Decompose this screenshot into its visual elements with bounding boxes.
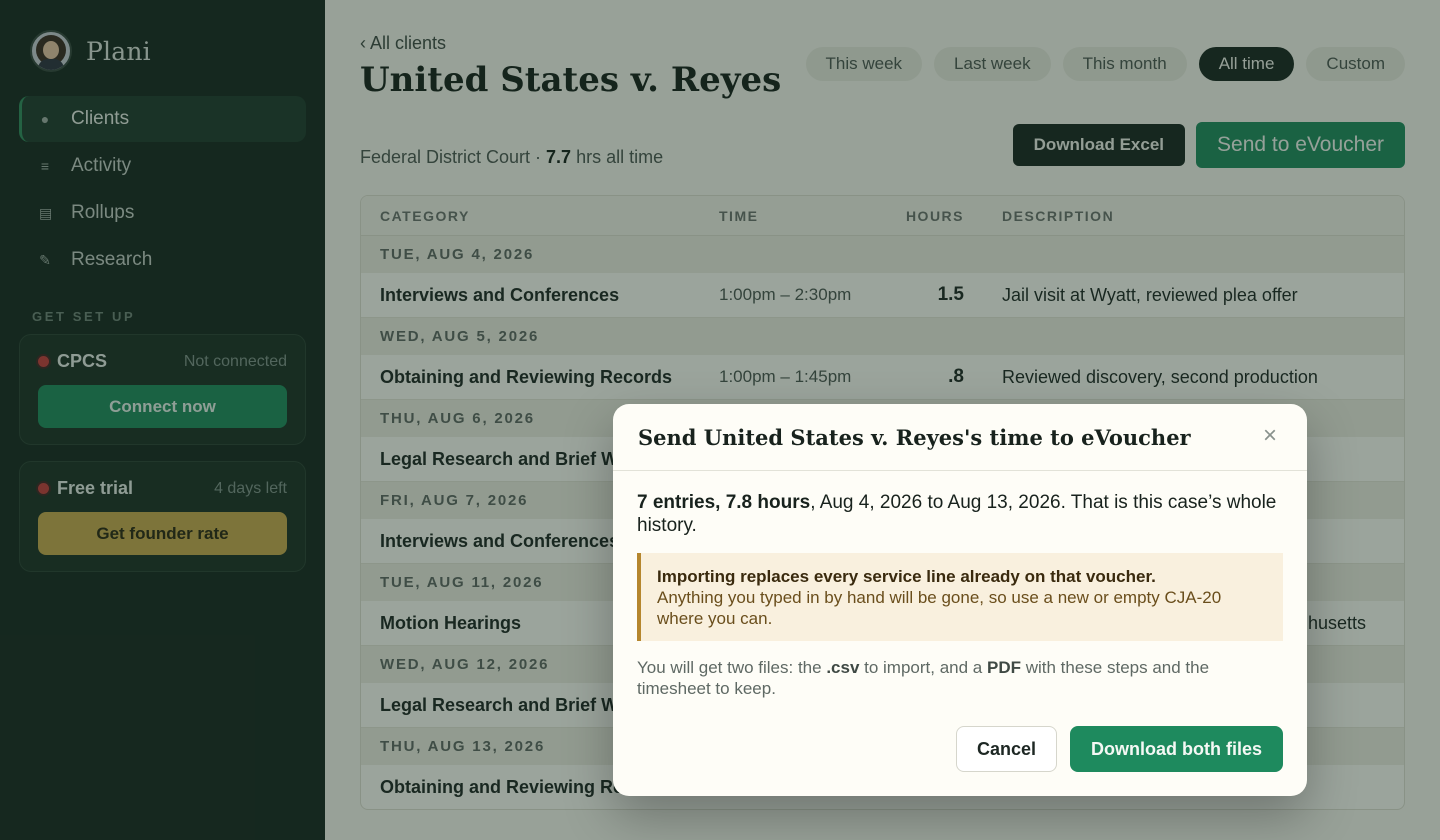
modal-body: 7 entries, 7.8 hours, Aug 4, 2026 to Aug… [613,471,1307,699]
modal-actions: Cancel Download both files [955,726,1283,772]
pdf-label: PDF [986,658,1021,677]
files-note: You will get two files: the .csv to impo… [637,658,1210,698]
evoucher-modal: Send United States v. Reyes's time to eV… [613,404,1307,796]
csv-label: .csv [826,658,860,677]
replace-warning: Importing replaces every service line al… [637,553,1283,641]
modal-summary: 7 entries, 7.8 hours, Aug 4, 2026 to Aug… [637,491,1283,537]
cancel-button[interactable]: Cancel [955,726,1057,772]
close-icon[interactable]: × [1258,424,1282,449]
warning-title: Importing replaces every service line al… [657,567,1156,586]
modal-title: Send United States v. Reyes's time to eV… [638,424,1191,450]
download-both-files-button[interactable]: Download both files [1070,726,1283,772]
warning-body: Anything you typed in by hand will be go… [657,588,1222,628]
modal-header: Send United States v. Reyes's time to eV… [613,404,1307,471]
summary-count: 7 entries, 7.8 hours [637,492,811,513]
